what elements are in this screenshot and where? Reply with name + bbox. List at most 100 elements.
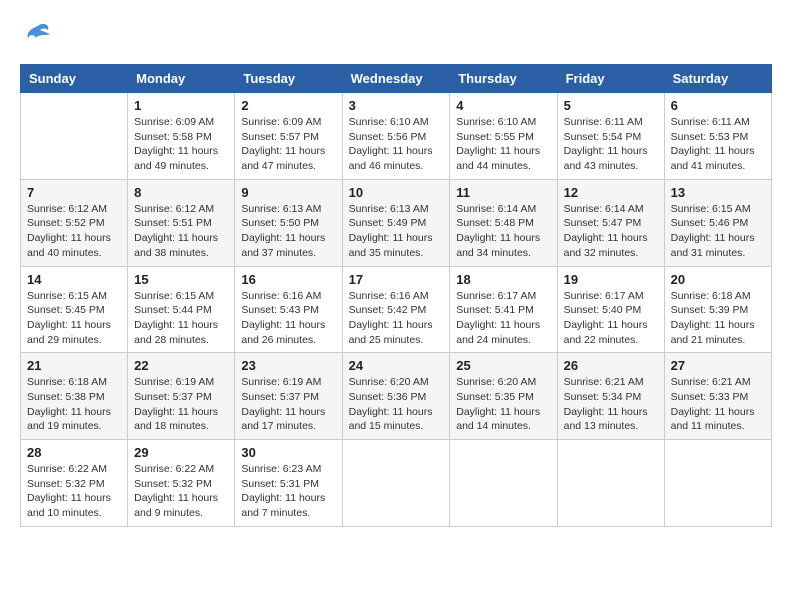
day-number: 23 <box>241 358 335 373</box>
day-cell: 14 Sunrise: 6:15 AMSunset: 5:45 PMDayligh… <box>21 266 128 353</box>
calendar-table: SundayMondayTuesdayWednesdayThursdayFrid… <box>20 64 772 527</box>
day-header-thursday: Thursday <box>450 65 557 93</box>
day-number: 5 <box>564 98 658 113</box>
day-header-saturday: Saturday <box>664 65 771 93</box>
day-detail: Sunrise: 6:23 AMSunset: 5:31 PMDaylight:… <box>241 462 335 521</box>
day-header-wednesday: Wednesday <box>342 65 450 93</box>
day-detail: Sunrise: 6:15 AMSunset: 5:44 PMDaylight:… <box>134 289 228 348</box>
week-row-0: 1 Sunrise: 6:09 AMSunset: 5:58 PMDaylight… <box>21 93 772 180</box>
day-detail: Sunrise: 6:12 AMSunset: 5:51 PMDaylight:… <box>134 202 228 261</box>
day-header-monday: Monday <box>128 65 235 93</box>
day-cell: 29 Sunrise: 6:22 AMSunset: 5:32 PMDayligh… <box>128 440 235 527</box>
day-detail: Sunrise: 6:22 AMSunset: 5:32 PMDaylight:… <box>134 462 228 521</box>
week-row-2: 14 Sunrise: 6:15 AMSunset: 5:45 PMDayligh… <box>21 266 772 353</box>
day-number: 20 <box>671 272 765 287</box>
day-detail: Sunrise: 6:19 AMSunset: 5:37 PMDaylight:… <box>241 375 335 434</box>
day-cell: 10 Sunrise: 6:13 AMSunset: 5:49 PMDayligh… <box>342 179 450 266</box>
day-cell: 17 Sunrise: 6:16 AMSunset: 5:42 PMDayligh… <box>342 266 450 353</box>
day-number: 13 <box>671 185 765 200</box>
day-number: 30 <box>241 445 335 460</box>
day-detail: Sunrise: 6:17 AMSunset: 5:41 PMDaylight:… <box>456 289 550 348</box>
day-cell <box>664 440 771 527</box>
day-detail: Sunrise: 6:09 AMSunset: 5:58 PMDaylight:… <box>134 115 228 174</box>
day-number: 26 <box>564 358 658 373</box>
day-number: 18 <box>456 272 550 287</box>
day-detail: Sunrise: 6:12 AMSunset: 5:52 PMDaylight:… <box>27 202 121 261</box>
day-cell <box>21 93 128 180</box>
day-number: 16 <box>241 272 335 287</box>
day-number: 17 <box>349 272 444 287</box>
day-cell: 16 Sunrise: 6:16 AMSunset: 5:43 PMDayligh… <box>235 266 342 353</box>
day-number: 2 <box>241 98 335 113</box>
day-number: 12 <box>564 185 658 200</box>
day-detail: Sunrise: 6:15 AMSunset: 5:46 PMDaylight:… <box>671 202 765 261</box>
day-cell: 25 Sunrise: 6:20 AMSunset: 5:35 PMDayligh… <box>450 353 557 440</box>
day-number: 19 <box>564 272 658 287</box>
day-cell: 2 Sunrise: 6:09 AMSunset: 5:57 PMDaylight… <box>235 93 342 180</box>
day-number: 24 <box>349 358 444 373</box>
day-cell: 18 Sunrise: 6:17 AMSunset: 5:41 PMDayligh… <box>450 266 557 353</box>
day-cell: 19 Sunrise: 6:17 AMSunset: 5:40 PMDayligh… <box>557 266 664 353</box>
day-detail: Sunrise: 6:18 AMSunset: 5:38 PMDaylight:… <box>27 375 121 434</box>
day-cell: 22 Sunrise: 6:19 AMSunset: 5:37 PMDayligh… <box>128 353 235 440</box>
calendar-header-row: SundayMondayTuesdayWednesdayThursdayFrid… <box>21 65 772 93</box>
day-cell: 5Sunrise: 6:11 AMSunset: 5:54 PMDaylight… <box>557 93 664 180</box>
day-number: 11 <box>456 185 550 200</box>
day-number: 6 <box>671 98 765 113</box>
day-cell: 8 Sunrise: 6:12 AMSunset: 5:51 PMDaylight… <box>128 179 235 266</box>
day-detail: Sunrise: 6:19 AMSunset: 5:37 PMDaylight:… <box>134 375 228 434</box>
day-detail: Sunrise: 6:16 AMSunset: 5:42 PMDaylight:… <box>349 289 444 348</box>
day-cell: 4 Sunrise: 6:10 AMSunset: 5:55 PMDaylight… <box>450 93 557 180</box>
day-header-friday: Friday <box>557 65 664 93</box>
day-number: 9 <box>241 185 335 200</box>
day-detail: Sunrise: 6:14 AMSunset: 5:47 PMDaylight:… <box>564 202 658 261</box>
day-cell: 1 Sunrise: 6:09 AMSunset: 5:58 PMDaylight… <box>128 93 235 180</box>
day-cell <box>450 440 557 527</box>
day-detail: Sunrise: 6:09 AMSunset: 5:57 PMDaylight:… <box>241 115 335 174</box>
page-header <box>20 20 772 48</box>
day-number: 10 <box>349 185 444 200</box>
day-cell <box>557 440 664 527</box>
day-number: 29 <box>134 445 228 460</box>
week-row-4: 28 Sunrise: 6:22 AMSunset: 5:32 PMDayligh… <box>21 440 772 527</box>
day-cell: 23 Sunrise: 6:19 AMSunset: 5:37 PMDayligh… <box>235 353 342 440</box>
day-cell: 15 Sunrise: 6:15 AMSunset: 5:44 PMDayligh… <box>128 266 235 353</box>
day-number: 28 <box>27 445 121 460</box>
day-number: 22 <box>134 358 228 373</box>
day-header-sunday: Sunday <box>21 65 128 93</box>
day-detail: Sunrise: 6:10 AMSunset: 5:55 PMDaylight:… <box>456 115 550 174</box>
day-cell: 26 Sunrise: 6:21 AMSunset: 5:34 PMDayligh… <box>557 353 664 440</box>
day-number: 25 <box>456 358 550 373</box>
day-cell: 28Sunrise: 6:22 AMSunset: 5:32 PMDayligh… <box>21 440 128 527</box>
day-detail: Sunrise: 6:18 AMSunset: 5:39 PMDaylight:… <box>671 289 765 348</box>
day-cell: 27 Sunrise: 6:21 AMSunset: 5:33 PMDayligh… <box>664 353 771 440</box>
day-detail: Sunrise: 6:13 AMSunset: 5:50 PMDaylight:… <box>241 202 335 261</box>
day-number: 21 <box>27 358 121 373</box>
day-detail: Sunrise: 6:21 AMSunset: 5:33 PMDaylight:… <box>671 375 765 434</box>
day-detail: Sunrise: 6:10 AMSunset: 5:56 PMDaylight:… <box>349 115 444 174</box>
day-cell: 24 Sunrise: 6:20 AMSunset: 5:36 PMDayligh… <box>342 353 450 440</box>
day-cell: 11 Sunrise: 6:14 AMSunset: 5:48 PMDayligh… <box>450 179 557 266</box>
day-number: 14 <box>27 272 121 287</box>
day-detail: Sunrise: 6:15 AMSunset: 5:45 PMDaylight:… <box>27 289 121 348</box>
day-cell: 3 Sunrise: 6:10 AMSunset: 5:56 PMDaylight… <box>342 93 450 180</box>
day-cell: 6Sunrise: 6:11 AMSunset: 5:53 PMDaylight… <box>664 93 771 180</box>
day-number: 1 <box>134 98 228 113</box>
day-number: 27 <box>671 358 765 373</box>
day-detail: Sunrise: 6:21 AMSunset: 5:34 PMDaylight:… <box>564 375 658 434</box>
day-detail: Sunrise: 6:17 AMSunset: 5:40 PMDaylight:… <box>564 289 658 348</box>
day-cell: 30 Sunrise: 6:23 AMSunset: 5:31 PMDayligh… <box>235 440 342 527</box>
day-number: 3 <box>349 98 444 113</box>
day-detail: Sunrise: 6:16 AMSunset: 5:43 PMDaylight:… <box>241 289 335 348</box>
day-number: 4 <box>456 98 550 113</box>
week-row-3: 21 Sunrise: 6:18 AMSunset: 5:38 PMDayligh… <box>21 353 772 440</box>
day-number: 7 <box>27 185 121 200</box>
day-number: 15 <box>134 272 228 287</box>
day-number: 8 <box>134 185 228 200</box>
day-cell: 13 Sunrise: 6:15 AMSunset: 5:46 PMDayligh… <box>664 179 771 266</box>
logo-bird-icon <box>24 20 52 48</box>
day-detail: Sunrise: 6:20 AMSunset: 5:35 PMDaylight:… <box>456 375 550 434</box>
day-detail: Sunrise: 6:13 AMSunset: 5:49 PMDaylight:… <box>349 202 444 261</box>
day-detail: Sunrise: 6:20 AMSunset: 5:36 PMDaylight:… <box>349 375 444 434</box>
day-detail: Sunrise: 6:14 AMSunset: 5:48 PMDaylight:… <box>456 202 550 261</box>
